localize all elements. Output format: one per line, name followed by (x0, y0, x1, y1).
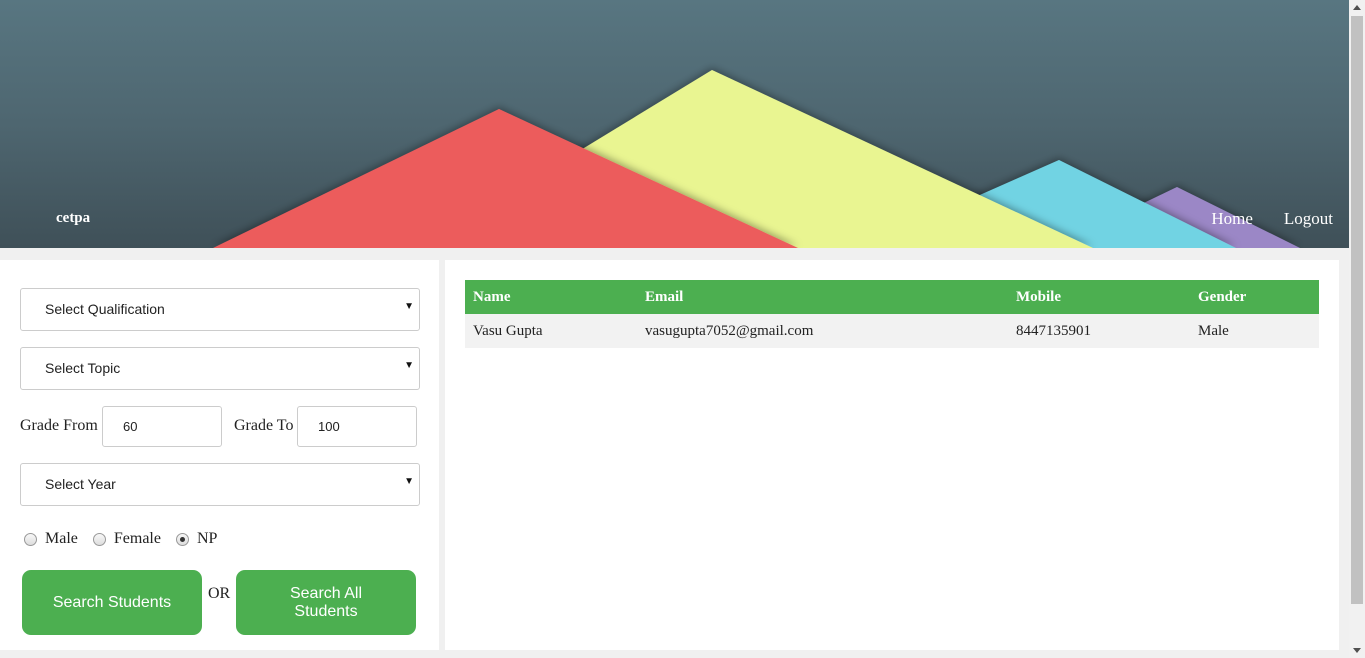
scrollbar-thumb[interactable] (1351, 16, 1363, 604)
grade-from-label: Grade From (20, 417, 98, 434)
chevron-down-icon: ▼ (404, 476, 414, 487)
table-row[interactable]: Vasu Gupta vasugupta7052@gmail.com 84471… (465, 314, 1319, 348)
nav-logout-link[interactable]: Logout (1284, 209, 1333, 229)
chevron-down-icon: ▼ (404, 301, 414, 312)
year-select-value: Select Year (45, 476, 116, 492)
gender-label-female: Female (113, 530, 161, 547)
mountain-illustration (213, 70, 1300, 248)
nav-home-link[interactable]: Home (1211, 209, 1253, 229)
column-header-email: Email (637, 280, 1008, 314)
vertical-scrollbar[interactable] (1349, 0, 1365, 658)
gender-label-male: Male (45, 530, 78, 547)
topic-select-value: Select Topic (45, 360, 121, 376)
gender-radio-np[interactable] (175, 532, 189, 546)
search-students-button[interactable]: Search Students (22, 570, 202, 635)
column-header-mobile: Mobile (1008, 280, 1190, 314)
topic-select[interactable]: Select Topic ▼ (20, 347, 420, 390)
gender-label-np: NP (196, 530, 218, 547)
column-header-gender: Gender (1190, 280, 1319, 314)
grade-from-input[interactable]: 60 (102, 406, 222, 447)
table-header-row: Name Email Mobile Gender (465, 280, 1319, 314)
qualification-select[interactable]: Select Qualification ▼ (20, 288, 420, 331)
year-select[interactable]: Select Year ▼ (20, 463, 420, 506)
top-nav: Home Logout (1211, 209, 1333, 229)
grade-to-input[interactable]: 100 (297, 406, 417, 447)
search-all-students-button[interactable]: Search All Students (236, 570, 416, 635)
results-panel: Name Email Mobile Gender Vasu Gupta vasu… (445, 260, 1339, 650)
scroll-up-arrow-icon[interactable] (1349, 0, 1365, 16)
or-separator: OR (208, 585, 231, 602)
column-header-name: Name (465, 280, 637, 314)
cell-email: vasugupta7052@gmail.com (637, 314, 1008, 348)
results-table: Name Email Mobile Gender Vasu Gupta vasu… (465, 280, 1319, 348)
grade-from-value: 60 (123, 419, 138, 434)
search-students-label: Search Students (52, 593, 172, 611)
search-all-students-label: Search All Students (289, 584, 363, 620)
cell-name: Vasu Gupta (465, 314, 637, 348)
grade-to-label: Grade To (234, 417, 294, 434)
gender-radio-group: Male Female NP (24, 530, 232, 548)
header-banner: cetpa Home Logout (0, 0, 1349, 248)
brand-logo-text[interactable]: cetpa (56, 210, 90, 227)
cell-gender: Male (1190, 314, 1319, 348)
chevron-down-icon: ▼ (404, 360, 414, 371)
cell-mobile: 8447135901 (1008, 314, 1190, 348)
gender-radio-male[interactable] (24, 532, 37, 546)
scroll-down-arrow-icon[interactable] (1349, 642, 1365, 658)
grade-to-value: 100 (318, 419, 340, 434)
filter-panel: Select Qualification ▼ Select Topic ▼ Gr… (0, 260, 439, 650)
qualification-select-value: Select Qualification (45, 301, 165, 317)
gender-radio-female[interactable] (92, 532, 106, 546)
